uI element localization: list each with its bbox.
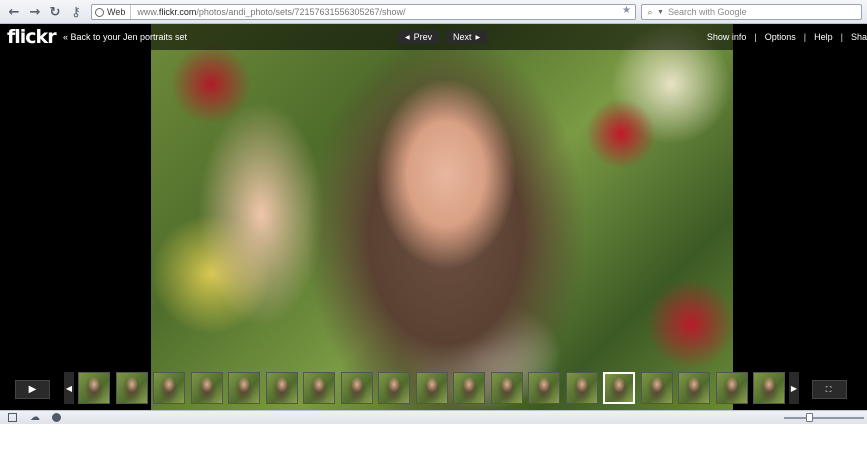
- thumbnail-selected[interactable]: [603, 372, 635, 404]
- url-path: /photos/andi_photo/sets/7215763155630526…: [196, 7, 406, 17]
- prev-button[interactable]: ◀ Prev: [398, 30, 440, 44]
- bookmark-star-icon[interactable]: ★: [622, 5, 631, 16]
- share-link[interactable]: Sha: [851, 32, 867, 42]
- options-link[interactable]: Options: [765, 32, 796, 42]
- address-bar[interactable]: Web www.flickr.com/photos/andi_photo/set…: [91, 4, 636, 20]
- slideshow-stage: flickr « Back to your Jen portraits set …: [0, 24, 867, 410]
- next-arrow-icon: ▶: [475, 34, 481, 41]
- url-prefix: www.: [137, 7, 159, 17]
- menu-separator: |: [803, 32, 807, 42]
- zoom-slider-handle[interactable]: [806, 413, 813, 422]
- slideshow-topbar: flickr « Back to your Jen portraits set …: [0, 24, 867, 50]
- thumbnail[interactable]: [416, 372, 448, 404]
- fullscreen-button[interactable]: ⛶: [812, 380, 847, 399]
- thumbnail[interactable]: [716, 372, 748, 404]
- thumbnail[interactable]: [678, 372, 710, 404]
- speed-dial-icon[interactable]: [52, 413, 61, 422]
- back-to-set-link[interactable]: « Back to your Jen portraits set: [63, 32, 187, 42]
- panel-icon[interactable]: [8, 413, 17, 422]
- prev-arrow-icon: ◀: [405, 34, 410, 41]
- show-info-link[interactable]: Show info: [707, 32, 747, 42]
- help-link[interactable]: Help: [814, 32, 833, 42]
- thumbnail[interactable]: [641, 372, 673, 404]
- thumbnail[interactable]: [191, 372, 223, 404]
- url-text[interactable]: www.flickr.com/photos/andi_photo/sets/72…: [131, 7, 405, 17]
- play-button[interactable]: ▶: [15, 380, 50, 399]
- forward-arrow-icon[interactable]: →: [27, 4, 43, 20]
- key-icon[interactable]: ⚷: [68, 4, 84, 20]
- url-host: flickr.com: [158, 7, 197, 17]
- slideshow-menu: Show info | Options | Help | Sha: [707, 32, 867, 42]
- reload-icon[interactable]: ↻: [47, 4, 63, 20]
- search-engine-dropdown-icon[interactable]: ▼: [656, 9, 668, 16]
- zoom-slider-track[interactable]: [784, 417, 864, 419]
- filmstrip: ▶ ◀ ▶ ⛶: [0, 368, 867, 410]
- thumbnail[interactable]: [153, 372, 185, 404]
- prev-label: Prev: [413, 32, 433, 42]
- globe-icon: [95, 7, 104, 17]
- search-placeholder: Search with Google: [667, 7, 747, 17]
- thumbnail[interactable]: [266, 372, 298, 404]
- menu-separator: |: [840, 32, 843, 42]
- thumbnail[interactable]: [378, 372, 410, 404]
- flickr-logo[interactable]: flickr: [7, 26, 57, 48]
- web-chip[interactable]: Web: [92, 5, 132, 19]
- thumbnail[interactable]: [116, 372, 148, 404]
- thumbnail[interactable]: [303, 372, 335, 404]
- thumbnail[interactable]: [528, 372, 560, 404]
- thumbnail[interactable]: [753, 372, 785, 404]
- search-icon[interactable]: ⌕: [642, 7, 656, 18]
- search-box[interactable]: ⌕ ▼ Search with Google: [641, 4, 862, 20]
- back-arrow-icon[interactable]: ←: [6, 4, 22, 20]
- next-label: Next: [453, 32, 472, 42]
- thumbnail[interactable]: [491, 372, 523, 404]
- filmstrip-left-arrow-icon[interactable]: ◀: [64, 372, 74, 404]
- thumbnail[interactable]: [228, 372, 260, 404]
- menu-separator: |: [754, 32, 757, 42]
- thumbnail[interactable]: [341, 372, 373, 404]
- thumbnail[interactable]: [78, 372, 110, 404]
- next-button[interactable]: Next ▶: [446, 30, 488, 44]
- filmstrip-right-arrow-icon[interactable]: ▶: [789, 372, 799, 404]
- thumbnail[interactable]: [453, 372, 485, 404]
- web-label: Web: [107, 7, 126, 17]
- thumbnail[interactable]: [566, 372, 598, 404]
- browser-toolbar: ← → ↻ ⚷ Web www.flickr.com/photos/andi_p…: [0, 0, 867, 24]
- fullscreen-icon: ⛶: [825, 384, 834, 394]
- play-icon: ▶: [28, 384, 37, 395]
- cloud-icon[interactable]: ☁: [30, 413, 40, 423]
- main-photo[interactable]: [151, 24, 733, 410]
- browser-statusbar: ☁: [0, 410, 867, 424]
